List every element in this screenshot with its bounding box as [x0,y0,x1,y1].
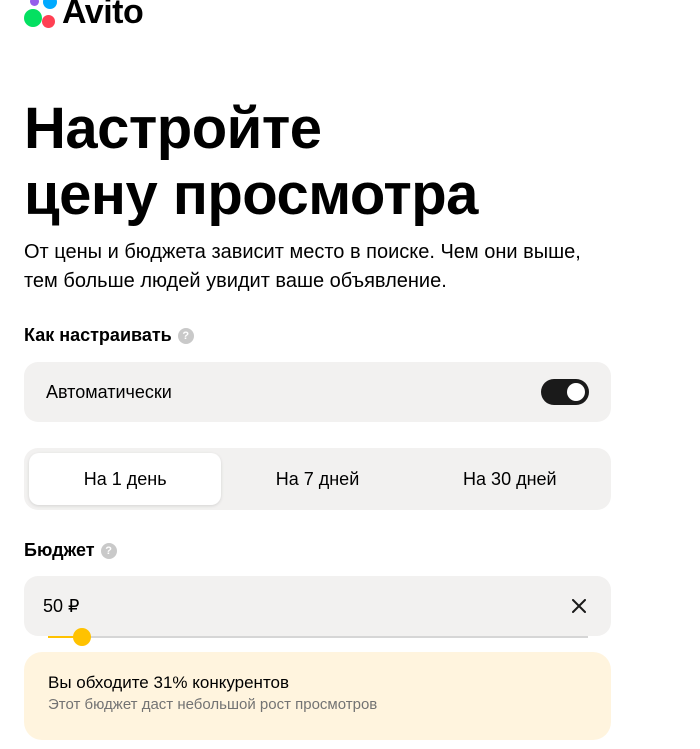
question-circle-icon[interactable]: ? [100,542,117,559]
auto-setup-toggle[interactable] [541,379,589,405]
period-option-1-day[interactable]: На 1 день [29,453,222,505]
logo-text: Avito [62,0,144,31]
budget-slider[interactable] [48,628,588,646]
logo-dot-green [24,9,42,27]
close-icon[interactable] [569,596,589,616]
auto-setup-label: Автоматически [46,381,172,402]
info-subtitle: Этот бюджет даст небольшой рост просмотр… [48,696,378,713]
period-option-7-days[interactable]: На 7 дней [221,453,413,505]
page-title-line-1: Настройте [24,96,322,161]
page-subtitle: От цены и бюджета зависит место в поиске… [24,241,581,292]
period-segmented-control: На 1 день На 7 дней На 30 дней [24,448,611,510]
question-circle-icon[interactable]: ? [177,327,194,344]
logo-dot-purple [30,0,39,6]
setup-section-label: Как настраивать ? [24,325,194,346]
budget-label-text: Бюджет [24,540,95,560]
logo-dot-blue [43,0,57,9]
budget-input[interactable]: 50 ₽ [24,576,611,636]
budget-value[interactable]: 50 ₽ [43,596,79,617]
auto-setup-row[interactable]: Автоматически [24,362,611,422]
info-title: Вы обходите 31% конкурентов [48,673,290,692]
toggle-knob [567,383,585,401]
avito-logo[interactable]: Avito [24,0,144,32]
period-option-30-days[interactable]: На 30 дней [414,453,606,505]
budget-section-label: Бюджет ? [24,540,117,561]
slider-thumb[interactable] [73,628,91,646]
page-title-line-2: цену просмотра [24,162,478,227]
setup-label-text: Как настраивать [24,325,172,345]
competition-info-card: Вы обходите 31% конкурентов Этот бюджет … [24,652,611,740]
page-title: Настройте цену просмотра [24,96,478,228]
avito-logo-icon [24,0,60,30]
slider-track [48,636,588,638]
logo-dot-red [42,15,55,28]
